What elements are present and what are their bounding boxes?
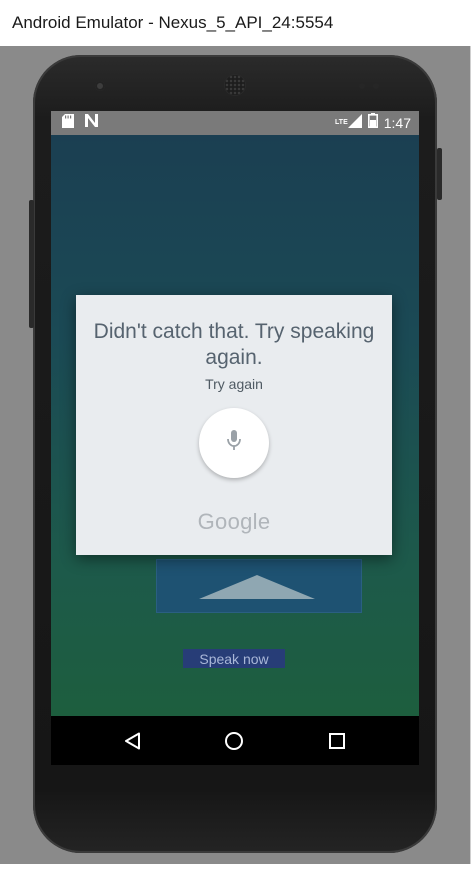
window-bottom-edge (0, 864, 474, 876)
battery-icon (367, 113, 378, 133)
try-again-link[interactable]: Try again (76, 376, 392, 392)
window-title: Android Emulator - Nexus_5_API_24:5554 (12, 13, 334, 32)
sd-card-icon (62, 113, 74, 133)
device-screen: LTE 1:47 Speak now Didn't catch that. Tr… (51, 111, 419, 765)
status-bar: LTE 1:47 (51, 111, 419, 135)
proximity-sensor (359, 83, 365, 89)
speak-now-button[interactable]: Speak now (183, 649, 285, 668)
microphone-icon (227, 429, 241, 457)
background-card-graphic (199, 575, 315, 599)
earpiece-speaker (225, 75, 245, 95)
recents-icon[interactable] (329, 733, 345, 749)
clock: 1:47 (383, 115, 411, 131)
signal-icon (347, 113, 362, 133)
microphone-button[interactable] (199, 408, 269, 478)
voice-search-dialog: Didn't catch that. Try speaking again. T… (76, 295, 392, 555)
power-button[interactable] (437, 148, 442, 200)
lte-label: LTE (335, 119, 348, 126)
light-sensor (373, 83, 379, 89)
home-icon[interactable] (225, 732, 243, 750)
emulator-title-bar[interactable]: Android Emulator - Nexus_5_API_24:5554 (0, 0, 474, 46)
volume-buttons[interactable] (29, 200, 34, 328)
n-notification-icon (84, 113, 99, 133)
back-icon[interactable] (124, 732, 141, 755)
error-message: Didn't catch that. Try speaking again. (93, 320, 375, 369)
front-camera (95, 81, 105, 91)
navigation-bar (51, 716, 419, 765)
google-logo: Google (197, 509, 271, 534)
